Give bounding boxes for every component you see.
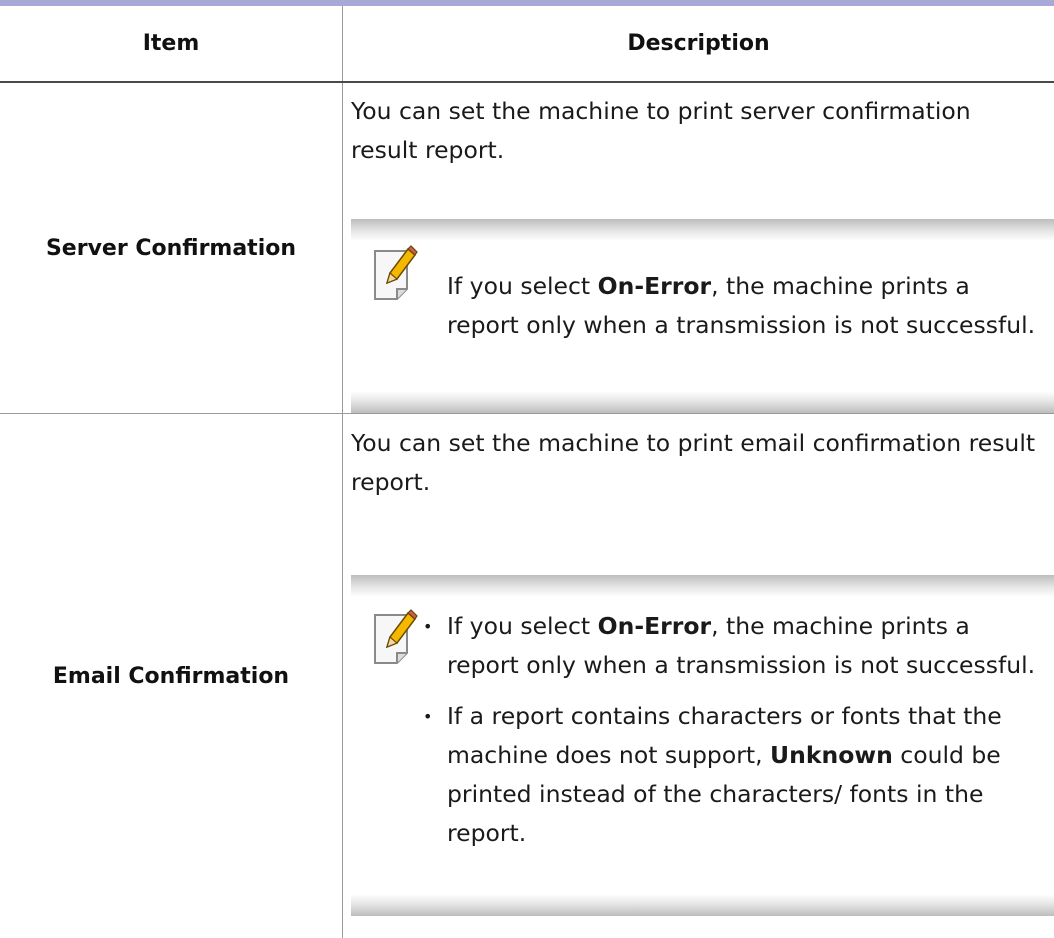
header-description: Description bbox=[627, 31, 770, 56]
note-box-bottom-shade bbox=[351, 894, 1054, 916]
row-description: You can set the machine to print email c… bbox=[351, 429, 1036, 496]
note-box: If you select On-Error, the machine prin… bbox=[351, 219, 1054, 413]
bullet-icon: • bbox=[423, 617, 433, 636]
note-bullet-item: • If you select On-Error, the machine pr… bbox=[423, 607, 1047, 685]
note-box-top-shade bbox=[351, 575, 1054, 597]
item-label-text: Server Confirmation bbox=[45, 235, 297, 261]
bullet-icon: • bbox=[423, 707, 433, 726]
note-text: If you select On-Error, the machine prin… bbox=[447, 272, 1036, 339]
note-bullet-item: • If a report contains characters or fon… bbox=[423, 697, 1047, 853]
row-item-email-confirmation: Email Confirmation bbox=[0, 414, 342, 938]
column-divider bbox=[342, 6, 343, 938]
note-box-top-shade bbox=[351, 219, 1054, 241]
note-box: • If you select On-Error, the machine pr… bbox=[351, 575, 1054, 916]
note-pencil-icon bbox=[374, 245, 418, 300]
note-pencil-icon bbox=[374, 609, 418, 664]
item-label-text: Email Confirmation bbox=[52, 663, 290, 689]
note-box-bottom-shade bbox=[351, 391, 1054, 413]
header-item: Item bbox=[142, 31, 200, 56]
row-description: You can set the machine to print server … bbox=[351, 97, 971, 164]
row-item-server-confirmation: Server Confirmation bbox=[0, 83, 342, 413]
note-bullet-list: • If you select On-Error, the machine pr… bbox=[423, 607, 1047, 865]
